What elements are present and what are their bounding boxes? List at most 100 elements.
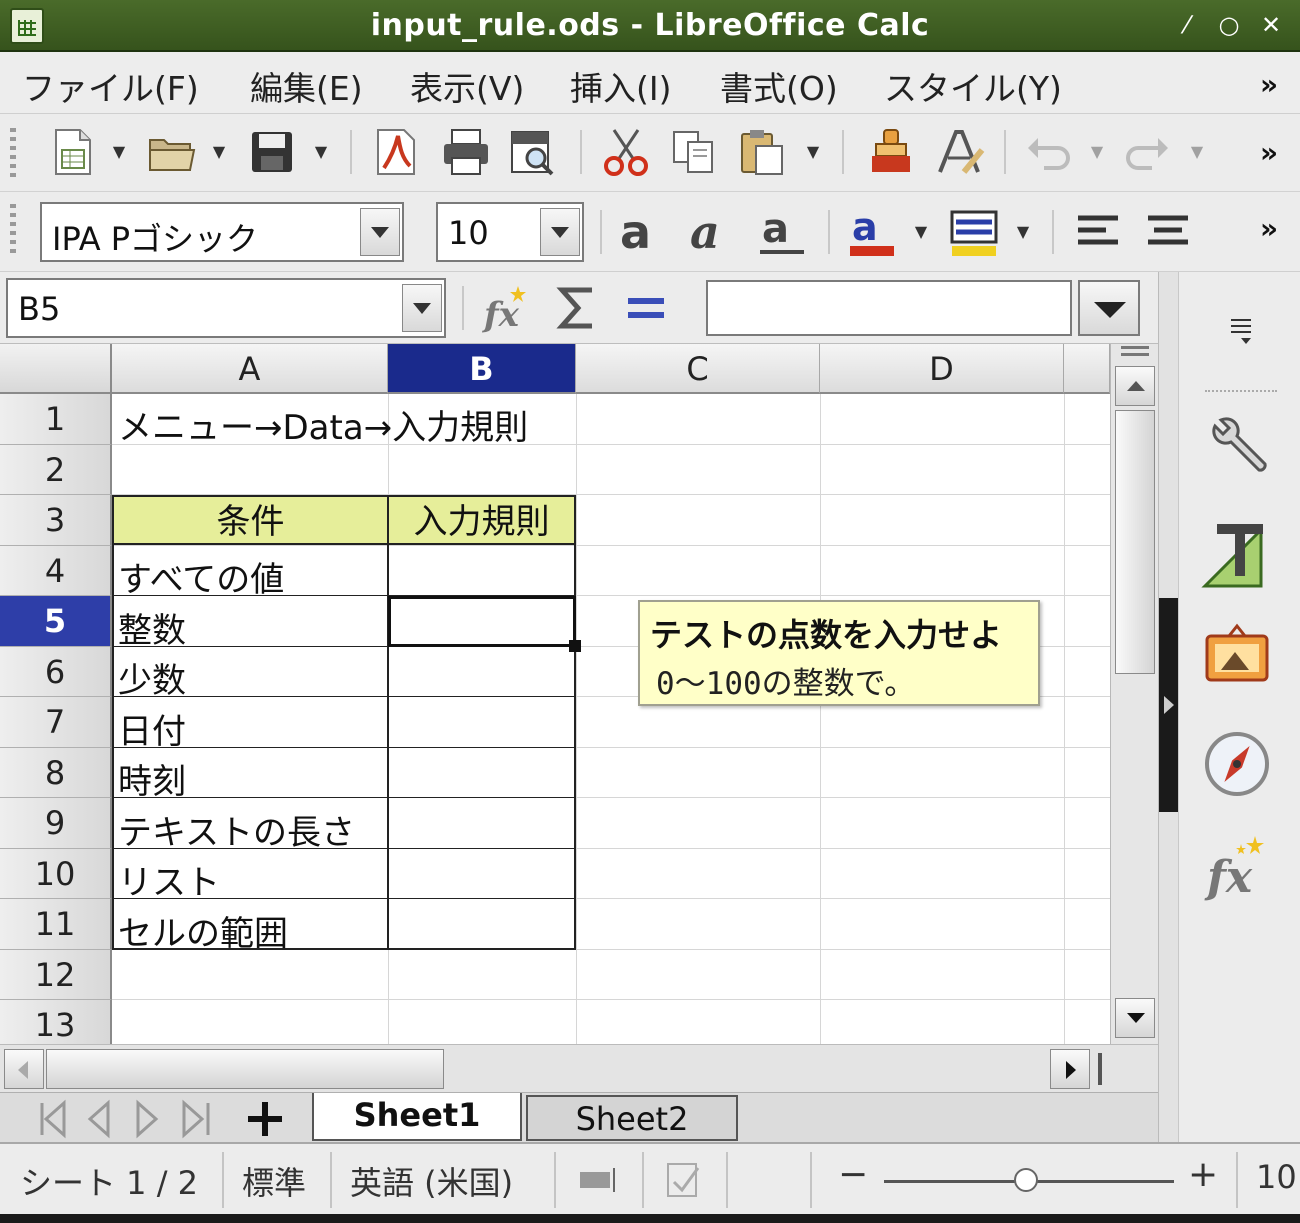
gallery-icon[interactable]	[1201, 622, 1273, 694]
cell-a4[interactable]: すべての値	[118, 552, 284, 601]
font-size-combo[interactable]: 10	[436, 202, 584, 262]
bold-icon[interactable]: a	[618, 205, 670, 259]
save-dropdown-icon[interactable]: ▼	[312, 126, 330, 178]
zoom-in-icon[interactable]: +	[1188, 1154, 1218, 1195]
row-header-12[interactable]: 12	[0, 950, 112, 1000]
last-sheet-icon[interactable]	[178, 1099, 214, 1139]
toolbar-overflow-icon[interactable]: »	[1260, 136, 1278, 169]
select-all-corner[interactable]	[0, 344, 112, 394]
cell-a5[interactable]: 整数	[118, 603, 186, 652]
cell-b3[interactable]: 入力規則	[388, 495, 576, 545]
cell-a10[interactable]: リスト	[118, 855, 220, 904]
row-header-4[interactable]: 4	[0, 546, 112, 596]
cell-a7[interactable]: 日付	[118, 704, 186, 753]
new-document-icon[interactable]	[48, 126, 100, 178]
styles-icon[interactable]	[1201, 516, 1273, 588]
undo-dropdown-icon[interactable]: ▼	[1088, 126, 1106, 178]
redo-dropdown-icon[interactable]: ▼	[1188, 126, 1206, 178]
cell-a6[interactable]: 少数	[118, 653, 186, 702]
row-header-11[interactable]: 11	[0, 899, 112, 950]
menu-styles[interactable]: スタイル(Y)	[884, 62, 1062, 110]
underline-icon[interactable]: a	[756, 206, 808, 258]
background-color-icon[interactable]	[948, 206, 1000, 258]
font-color-dropdown-icon[interactable]: ▼	[912, 206, 930, 258]
maximize-icon[interactable]: ○	[1214, 10, 1244, 40]
export-pdf-icon[interactable]	[370, 126, 422, 178]
function-wizard-icon[interactable]: fx	[482, 282, 534, 335]
row-header-3[interactable]: 3	[0, 495, 112, 546]
column-header-b[interactable]: B	[388, 344, 576, 394]
menu-edit[interactable]: 編集(E)	[250, 62, 363, 110]
font-name-combo[interactable]: IPA Pゴシック	[40, 202, 404, 262]
selection-mode-icon[interactable]	[578, 1162, 618, 1198]
split-handle[interactable]	[1098, 1053, 1102, 1085]
font-color-icon[interactable]: a	[846, 205, 898, 258]
scroll-thumb[interactable]	[46, 1049, 444, 1089]
italic-icon[interactable]: a	[688, 205, 740, 259]
chevron-down-icon[interactable]	[402, 284, 442, 332]
tab-sheet1[interactable]: Sheet1	[312, 1093, 522, 1141]
menu-view[interactable]: 表示(V)	[410, 62, 524, 110]
vertical-scrollbar[interactable]	[1110, 344, 1158, 1044]
new-dropdown-icon[interactable]: ▼	[110, 126, 128, 178]
equals-icon[interactable]	[620, 282, 672, 334]
functions-fx-icon[interactable]: fx	[1201, 832, 1273, 904]
menu-insert[interactable]: 挿入(I)	[570, 62, 671, 110]
navigator-compass-icon[interactable]	[1201, 728, 1273, 800]
formatting-overflow-icon[interactable]: »	[1260, 212, 1278, 245]
paste-dropdown-icon[interactable]: ▼	[804, 126, 822, 178]
scroll-up-button[interactable]	[1115, 366, 1155, 406]
minimize-icon[interactable]: ⁄	[1172, 10, 1202, 40]
split-handle[interactable]	[1121, 346, 1149, 356]
zoom-level[interactable]: 10	[1256, 1158, 1297, 1196]
row-header-8[interactable]: 8	[0, 748, 112, 798]
formula-input[interactable]	[706, 280, 1072, 336]
column-header-e[interactable]	[1064, 344, 1110, 394]
cell-a3[interactable]: 条件	[112, 495, 388, 545]
language[interactable]: 英語 (米国)	[350, 1158, 513, 1204]
row-header-13[interactable]: 13	[0, 1000, 112, 1044]
close-icon[interactable]: ✕	[1256, 10, 1286, 40]
document-modified-icon[interactable]	[664, 1160, 704, 1200]
align-left-icon[interactable]	[1072, 206, 1124, 258]
row-header-10[interactable]: 10	[0, 849, 112, 899]
row-header-2[interactable]: 2	[0, 445, 112, 495]
next-sheet-icon[interactable]	[130, 1099, 166, 1139]
menu-overflow-icon[interactable]: »	[1260, 68, 1278, 101]
clear-formatting-icon[interactable]	[934, 126, 986, 178]
chevron-down-icon[interactable]	[540, 208, 580, 256]
copy-icon[interactable]	[668, 126, 720, 178]
horizontal-scrollbar[interactable]	[0, 1044, 1158, 1092]
background-color-dropdown-icon[interactable]: ▼	[1014, 206, 1032, 258]
zoom-slider-knob[interactable]	[1014, 1168, 1038, 1192]
cell-a9[interactable]: テキストの長さ	[118, 805, 355, 854]
clone-formatting-icon[interactable]	[866, 126, 918, 178]
fill-handle[interactable]	[569, 640, 581, 652]
align-center-icon[interactable]	[1142, 206, 1194, 258]
plus-icon[interactable]	[244, 1099, 286, 1139]
selected-cell-b5[interactable]	[388, 596, 576, 647]
column-header-d[interactable]: D	[820, 344, 1064, 394]
row-header-9[interactable]: 9	[0, 798, 112, 849]
cell-a8[interactable]: 時刻	[118, 754, 186, 803]
sidebar-collapse-strip[interactable]	[1158, 272, 1179, 1142]
scroll-left-button[interactable]	[4, 1049, 44, 1089]
row-header-1[interactable]: 1	[0, 394, 112, 445]
first-sheet-icon[interactable]	[36, 1099, 72, 1139]
print-preview-icon[interactable]	[506, 126, 558, 178]
page-style[interactable]: 標準	[242, 1158, 306, 1204]
row-header-5[interactable]: 5	[0, 596, 112, 647]
properties-wrench-icon[interactable]	[1201, 412, 1273, 484]
scroll-thumb[interactable]	[1115, 410, 1155, 674]
paste-icon[interactable]	[736, 126, 788, 178]
previous-sheet-icon[interactable]	[82, 1099, 118, 1139]
sidebar-menu-icon[interactable]	[1225, 312, 1265, 352]
expand-formula-button[interactable]	[1078, 280, 1140, 336]
undo-icon[interactable]	[1024, 126, 1076, 178]
chevron-down-icon[interactable]	[360, 208, 400, 256]
toolbar-grip[interactable]	[10, 204, 16, 258]
cell-a11[interactable]: セルの範囲	[118, 906, 288, 955]
menu-format[interactable]: 書式(O)	[720, 62, 838, 110]
cut-icon[interactable]	[600, 126, 652, 178]
zoom-out-icon[interactable]: −	[838, 1154, 868, 1195]
